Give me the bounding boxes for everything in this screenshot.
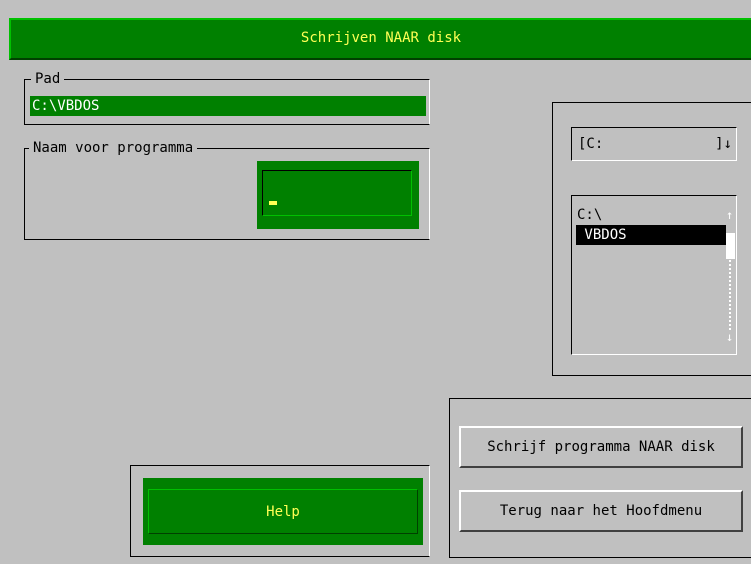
chevron-down-icon[interactable]: ]↓ bbox=[715, 136, 732, 152]
help-button-panel: Help bbox=[143, 478, 423, 545]
scroll-up-icon[interactable]: ↑ bbox=[726, 208, 733, 222]
list-item-selected[interactable]: VBDOS bbox=[576, 225, 726, 245]
action-buttons-group: Schrijf programma NAAR disk Terug naar h… bbox=[449, 398, 751, 558]
scroll-down-icon[interactable]: ↓ bbox=[726, 330, 733, 344]
scroll-thumb[interactable] bbox=[726, 233, 735, 259]
title-bar: Schrijven NAAR disk bbox=[0, 0, 751, 63]
write-program-button[interactable]: Schrijf programma NAAR disk bbox=[459, 426, 743, 468]
text-cursor bbox=[269, 201, 277, 205]
name-input[interactable] bbox=[262, 170, 412, 216]
name-group: Naam voor programma bbox=[24, 140, 430, 240]
name-group-legend: Naam voor programma bbox=[29, 140, 198, 156]
help-group: Help bbox=[130, 465, 430, 557]
help-button[interactable]: Help bbox=[148, 489, 418, 534]
scroll-track[interactable] bbox=[729, 260, 731, 330]
drive-dir-group: [C: ]↓ C:\ VBDOS ↑ ↓ bbox=[552, 102, 751, 376]
path-group: Pad C:\VBDOS bbox=[24, 71, 430, 125]
title-bar-panel: Schrijven NAAR disk bbox=[9, 18, 751, 60]
drive-select-value: [C: bbox=[578, 136, 604, 152]
directory-list[interactable]: C:\ VBDOS ↑ ↓ bbox=[571, 195, 737, 355]
path-input[interactable]: C:\VBDOS bbox=[30, 96, 426, 116]
list-item[interactable]: C:\ bbox=[577, 206, 727, 224]
window-title: Schrijven NAAR disk bbox=[300, 30, 462, 46]
path-group-legend: Pad bbox=[31, 71, 65, 87]
back-to-main-menu-button[interactable]: Terug naar het Hoofdmenu bbox=[459, 490, 743, 532]
drive-select[interactable]: [C: ]↓ bbox=[571, 127, 737, 161]
name-input-panel bbox=[257, 161, 419, 229]
scrollbar[interactable]: ↑ ↓ bbox=[726, 208, 735, 344]
